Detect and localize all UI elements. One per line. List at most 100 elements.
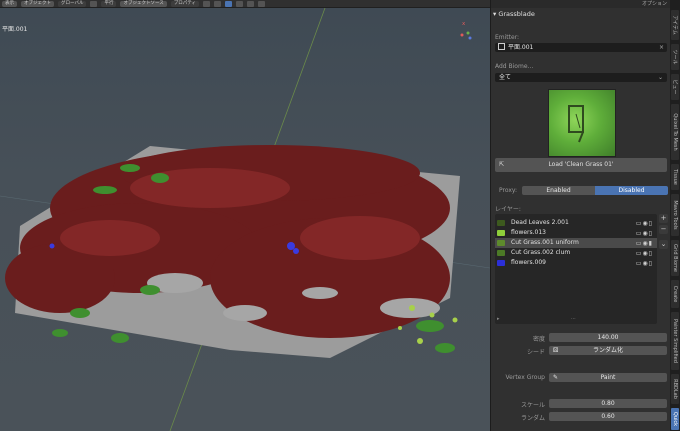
seed-button-label: ランダム化 (592, 347, 623, 354)
scale-label: スケール (520, 402, 545, 409)
tab-painter-simplified[interactable]: Painter Simplified (671, 312, 679, 370)
tab-item[interactable]: アイテム (671, 10, 679, 40)
tab-label: RBDLab (672, 379, 678, 399)
header-object-source[interactable]: オブジェクトソース (120, 0, 167, 7)
layer-row-selected[interactable]: Cut Grass.001 uniform ▭◉▮ (495, 238, 657, 248)
import-icon: ⇱ (499, 161, 505, 168)
layer-name: flowers.013 (511, 229, 547, 236)
tab-label: ツール (671, 49, 678, 65)
sidebar-tab-strip: アイテム ツール ビュー Quixel To Mesh Tissue Mavro… (670, 0, 680, 431)
proxy-disabled-button[interactable]: Disabled (595, 186, 668, 195)
navigation-gizmo-icon[interactable] (459, 30, 473, 40)
header-transform-orientation[interactable]: グローバル (58, 0, 87, 7)
tab-label: Quick (672, 411, 678, 427)
random-label: ランダム (520, 415, 545, 422)
layer-color-swatch (497, 230, 505, 236)
paint-button-label: Paint (600, 374, 616, 381)
biome-label: Add Biome... (495, 63, 534, 70)
proxy-label: Proxy: (499, 187, 518, 194)
tab-label: Mavro Tools (672, 200, 678, 230)
pivot-icon[interactable] (90, 0, 98, 7)
tab-create[interactable]: Create (671, 280, 679, 308)
resize-handle-icon[interactable]: ⋯ (571, 316, 576, 322)
scene-render (0, 8, 490, 431)
tab-rbdlab[interactable]: RBDLab (671, 374, 679, 404)
shading-solid-icon[interactable] (246, 0, 254, 7)
layer-name: flowers.009 (511, 259, 547, 266)
layer-color-swatch (497, 260, 505, 266)
add-layer-button[interactable]: + (659, 214, 668, 223)
layer-row[interactable]: flowers.009 ▭◉▯ (495, 258, 657, 268)
layer-row[interactable]: Cut Grass.002 clum ▭◉▯ (495, 248, 657, 258)
random-field[interactable]: 0.60 (549, 412, 667, 421)
header-properties-menu[interactable]: プロパティ (170, 0, 199, 7)
snap-icon[interactable] (202, 0, 210, 7)
header-object-menu[interactable]: オブジェクト (21, 0, 54, 7)
emitter-label: Emitter: (495, 34, 520, 41)
tab-mavro-tools[interactable]: Mavro Tools (671, 194, 679, 236)
panel-title: Grassblade (498, 10, 535, 18)
viewport-header: 表示 オブジェクト グローバル 平行 オブジェクトソース プロパティ (0, 0, 490, 8)
layers-label: レイヤー: (495, 206, 521, 213)
vertex-group-label: Vertex Group (505, 374, 545, 381)
load-button-label: Load 'Clean Grass 01' (548, 161, 614, 168)
layer-menu-button[interactable]: ⌄ (659, 240, 668, 249)
options-menu[interactable]: オプション (642, 0, 667, 8)
grassblade-panel-header[interactable]: ▾ Grassblade (493, 10, 535, 18)
grass-preview-image (568, 105, 584, 143)
tab-label: Tissue (672, 169, 678, 185)
emitter-field[interactable]: 平面.001 × (495, 43, 667, 52)
overlay-icon[interactable] (235, 0, 243, 7)
expand-icon[interactable]: ▸ (497, 316, 500, 322)
seed-label: シード (526, 349, 545, 356)
panel-top-bar: オプション (491, 0, 671, 8)
scale-field[interactable]: 0.80 (549, 399, 667, 408)
header-snap-menu[interactable]: 平行 (101, 0, 117, 7)
object-name-label: 平面.001 (2, 26, 28, 33)
proxy-enabled-button[interactable]: Enabled (522, 186, 595, 195)
biome-value: 全て (499, 74, 512, 81)
layer-name: Cut Grass.001 uniform (511, 239, 579, 246)
dice-icon: ⚄ (553, 347, 559, 354)
gizmo-x-axis-label[interactable]: x (462, 21, 465, 27)
layer-row[interactable]: Dead Leaves 2.001 ▭◉▯ (495, 218, 657, 228)
biome-dropdown[interactable]: 全て ⌄ (495, 73, 667, 82)
layer-color-swatch (497, 240, 505, 246)
proportional-icon[interactable] (213, 0, 221, 7)
density-label: 密度 (532, 336, 545, 343)
header-view-menu[interactable]: 表示 (2, 0, 17, 7)
tab-label: Grid Biome (672, 244, 678, 272)
remove-layer-button[interactable]: − (659, 225, 668, 234)
sidebar-panel: オプション ▾ Grassblade Emitter: 平面.001 × Add… (490, 0, 671, 431)
tab-tool[interactable]: ツール (671, 44, 679, 70)
tab-label: ビュー (671, 79, 678, 95)
3d-viewport[interactable]: 平面.001 x (0, 8, 490, 431)
tab-view[interactable]: ビュー (671, 74, 679, 100)
layer-name: Dead Leaves 2.001 (511, 219, 569, 226)
seed-randomize-button[interactable]: ⚄ ランダム化 (549, 346, 667, 355)
layer-visibility-icons[interactable]: ▭◉▯ (636, 259, 653, 269)
tab-tissue[interactable]: Tissue (671, 164, 679, 190)
paint-button[interactable]: ✎ Paint (549, 373, 667, 382)
mesh-icon (498, 43, 505, 50)
layer-list[interactable]: Dead Leaves 2.001 ▭◉▯ flowers.013 ▭◉▯ Cu… (495, 214, 657, 324)
tab-quick[interactable]: Quick (671, 408, 679, 430)
layer-row[interactable]: flowers.013 ▭◉▯ (495, 228, 657, 238)
layer-color-swatch (497, 220, 505, 226)
biome-preview-thumbnail[interactable] (548, 89, 616, 157)
tab-quixel[interactable]: Quixel To Mesh (671, 104, 679, 160)
tab-label: アイテム (671, 15, 678, 35)
emitter-value: 平面.001 (508, 44, 534, 51)
density-field[interactable]: 140.00 (549, 333, 667, 342)
load-biome-button[interactable]: ⇱ Load 'Clean Grass 01' (495, 158, 667, 172)
brush-icon: ✎ (553, 374, 559, 381)
chevron-down-icon: ⌄ (657, 74, 663, 81)
close-icon[interactable]: × (659, 43, 664, 52)
tab-label: Painter Simplified (672, 319, 678, 363)
select-mode-icon[interactable] (224, 0, 232, 7)
tab-label: Quixel To Mesh (672, 113, 678, 151)
tab-label: Create (672, 285, 678, 303)
tab-grid-biome[interactable]: Grid Biome (671, 240, 679, 276)
shading-material-icon[interactable] (257, 0, 265, 7)
layer-color-swatch (497, 250, 505, 256)
